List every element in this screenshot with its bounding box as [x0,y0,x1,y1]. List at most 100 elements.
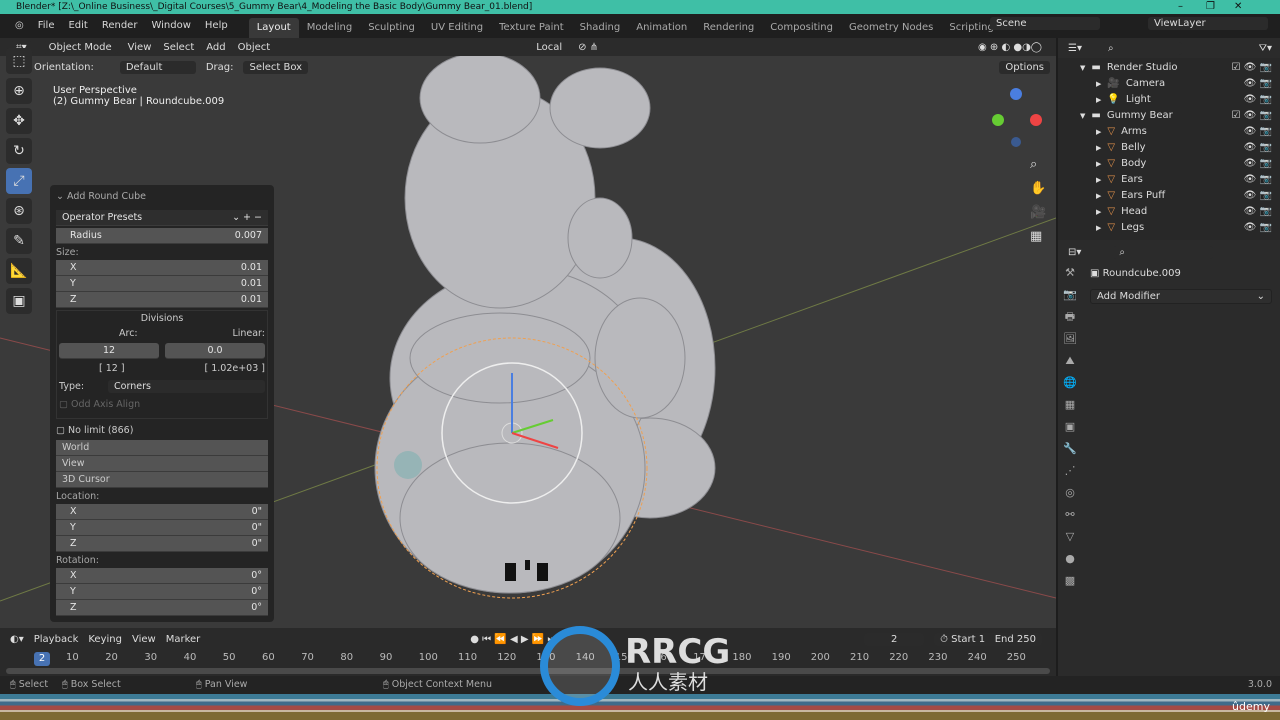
timeline-menu-view[interactable]: View [132,634,156,645]
options-dropdown[interactable]: Options [999,60,1050,74]
rotation-z-field[interactable]: Z 0° [56,600,268,616]
select-tool-icon[interactable]: ⬚ [6,48,32,74]
menu-render[interactable]: Render [95,14,145,38]
drag-dropdown[interactable]: Select Box [243,60,309,74]
outliner-item-belly[interactable]: ▶ ▽ Belly 👁 📷 [1058,140,1280,156]
scale-tool-icon[interactable]: ⤢ [6,168,32,194]
tab-modeling[interactable]: Modeling [299,18,361,38]
visibility-toggles[interactable]: ☑ 👁 📷 [1232,108,1272,124]
annotate-tool-icon[interactable]: ✎ [6,228,32,254]
visibility-toggles[interactable]: 👁 📷 [1244,76,1272,92]
location-z-field[interactable]: Z 0" [56,536,268,552]
visibility-toggles[interactable]: 👁 📷 [1244,188,1272,204]
expand-arrow-icon[interactable]: ▶ [1096,172,1101,188]
outliner-search-input[interactable]: ⌕ [1101,41,1182,55]
close-button[interactable]: ✕ [1234,0,1242,14]
odd-axis-checkbox[interactable]: ▢ Odd Axis Align [59,399,265,410]
viewport-menu-object[interactable]: Object [238,42,271,53]
visibility-toggles[interactable]: 👁 📷 [1244,204,1272,220]
visibility-toggles[interactable]: 👁 📷 [1244,156,1272,172]
properties-search-input[interactable]: ⌕ [1113,245,1214,259]
current-frame-field[interactable]: 2 [864,632,925,646]
expand-arrow-icon[interactable]: ▶ [1096,220,1101,236]
expand-arrow-icon[interactable]: ▼ [1080,60,1085,76]
tab-layout[interactable]: Layout [248,18,299,38]
timeline-menu-playback[interactable]: Playback [34,634,79,645]
outliner-item-light[interactable]: ▶ 💡 Light 👁 📷 [1058,92,1280,108]
tab-animation[interactable]: Animation [628,18,695,38]
location-y-field[interactable]: Y 0" [56,520,268,536]
move-tool-icon[interactable]: ✥ [6,108,32,134]
rotation-y-field[interactable]: Y 0° [56,584,268,600]
viewport-menu-add[interactable]: Add [206,42,225,53]
tab-rendering[interactable]: Rendering [695,18,762,38]
view-layer-selector[interactable]: ViewLayer [1148,17,1268,30]
expand-arrow-icon[interactable]: ▶ [1096,188,1101,204]
size-x-field[interactable]: X 0.01 [56,260,268,276]
visibility-toggles[interactable]: ☑ 👁 📷 [1232,60,1272,76]
no-limit-checkbox[interactable]: ▢ No limit (866) [56,425,268,436]
expand-arrow-icon[interactable]: ▶ [1096,156,1101,172]
cursor-tool-icon[interactable]: ⊕ [6,78,32,104]
minimize-button[interactable]: – [1178,0,1183,14]
visibility-toggles[interactable]: 👁 📷 [1244,92,1272,108]
radius-field[interactable]: Radius 0.007 [56,228,268,244]
align-3d-cursor[interactable]: 3D Cursor [56,472,268,488]
tab-shading[interactable]: Shading [572,18,629,38]
transform-tool-icon[interactable]: ⊛ [6,198,32,224]
viewport-menu-view[interactable]: View [128,42,152,53]
expand-arrow-icon[interactable]: ▶ [1096,140,1101,156]
outliner-item-body[interactable]: ▶ ▽ Body 👁 📷 [1058,156,1280,172]
mode-dropdown[interactable]: Object Mode [42,40,118,54]
playback-controls[interactable]: ● ⏮ ⏪ ◀ ▶ ⏩ ⏭ [470,634,556,645]
size-z-field[interactable]: Z 0.01 [56,292,268,308]
menu-edit[interactable]: Edit [61,14,94,38]
outliner-item-ears-puff[interactable]: ▶ ▽ Ears Puff 👁 📷 [1058,188,1280,204]
type-dropdown[interactable]: Corners [108,380,265,393]
tab-uv-editing[interactable]: UV Editing [423,18,491,38]
navigation-gizmos[interactable]: ⌕ ✋ 🎥 ▦ [1030,153,1046,249]
align-world[interactable]: World [56,440,268,456]
timeline-menu-keying[interactable]: Keying [88,634,122,645]
operator-title[interactable]: ⌄ Add Round Cube [56,191,268,202]
size-y-field[interactable]: Y 0.01 [56,276,268,292]
shading-buttons[interactable]: ◉ ⊕ ◐ ●◑◯ [978,42,1042,53]
menu-window[interactable]: Window [144,14,197,38]
timeline-editor-icon[interactable]: ◐▾ [10,634,24,645]
outliner-item-arms[interactable]: ▶ ▽ Arms 👁 📷 [1058,124,1280,140]
visibility-toggles[interactable]: 👁 📷 [1244,124,1272,140]
expand-arrow-icon[interactable]: ▼ [1080,108,1085,124]
operator-presets-dropdown[interactable]: Operator Presets ⌄ + − [56,210,268,226]
expand-arrow-icon[interactable]: ▶ [1096,124,1101,140]
visibility-toggles[interactable]: 👁 📷 [1244,172,1272,188]
filter-icon[interactable]: ⛛▾ [1259,43,1272,54]
orientation-dropdown[interactable]: Default [119,60,196,74]
editor-type-icon[interactable]: ⊟▾ [1068,247,1081,258]
outliner-item-ears[interactable]: ▶ ▽ Ears 👁 📷 [1058,172,1280,188]
location-x-field[interactable]: X 0" [56,504,268,520]
add-cube-tool-icon[interactable]: ▣ [6,288,32,314]
outliner-item-gummy-bear[interactable]: ▼ ▬ Gummy Bear ☑ 👁 📷 [1058,108,1280,124]
menu-file[interactable]: File [31,14,62,38]
linear-field[interactable]: 0.0 [165,343,265,359]
transform-pivot-dropdown[interactable]: Local [530,40,569,54]
tab-compositing[interactable]: Compositing [762,18,841,38]
timeline-menu-marker[interactable]: Marker [166,634,201,645]
rotate-tool-icon[interactable]: ↻ [6,138,32,164]
outliner-item-render-studio[interactable]: ▼ ▬ Render Studio ☑ 👁 📷 [1058,60,1280,76]
menu-help[interactable]: Help [198,14,235,38]
timeline-scrollbar[interactable] [6,668,1050,674]
arc-field[interactable]: 12 [59,343,159,359]
align-view[interactable]: View [56,456,268,472]
scene-selector[interactable]: Scene [990,17,1100,30]
maximize-button[interactable]: ❐ [1206,0,1215,14]
expand-arrow-icon[interactable]: ▶ [1096,204,1101,220]
expand-arrow-icon[interactable]: ▶ [1096,76,1101,92]
playhead[interactable]: 2 [34,652,50,666]
display-mode-icon[interactable]: ☰▾ [1068,43,1082,54]
frame-ruler[interactable]: 10 20 30 40 50 60 70 80 90 100 110 120 130 140 150 160 1… [0,652,1056,666]
outliner-item-head[interactable]: ▶ ▽ Head 👁 📷 [1058,204,1280,220]
outliner-item-legs[interactable]: ▶ ▽ Legs 👁 📷 [1058,220,1280,236]
timeline[interactable]: ◐▾ Playback Keying View Marker ● ⏮ ⏪ ◀ ▶ ⏩ ⏭… [0,628,1056,676]
frame-range[interactable]: ⏱ Start 1 End 250 [934,632,1042,646]
